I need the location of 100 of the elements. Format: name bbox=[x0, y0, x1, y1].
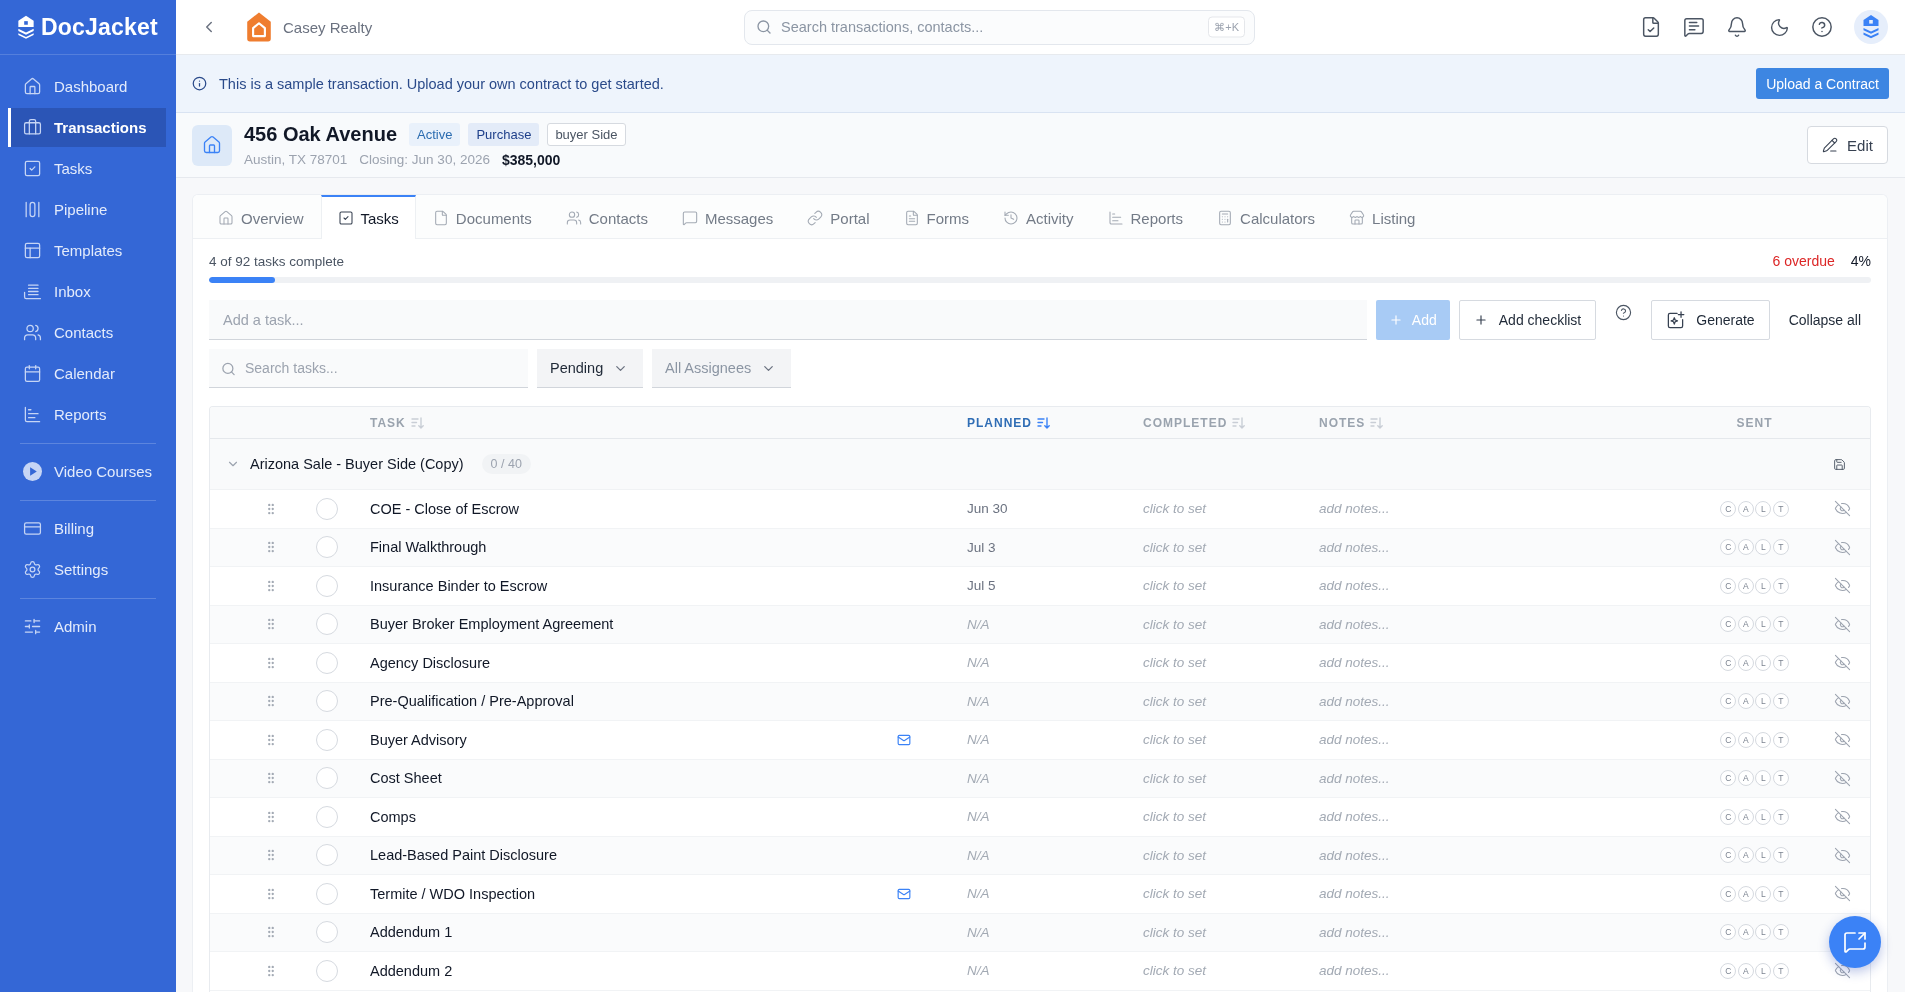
tab[interactable]: Overview bbox=[201, 195, 321, 239]
task-checkbox[interactable] bbox=[316, 690, 338, 713]
tab[interactable]: Tasks bbox=[320, 195, 416, 239]
notes-field[interactable]: add notes... bbox=[1319, 847, 1390, 863]
tab[interactable]: Contacts bbox=[548, 195, 665, 239]
eye-slash-icon[interactable] bbox=[1834, 769, 1851, 787]
task-search-field[interactable]: Search tasks... bbox=[209, 349, 528, 388]
eye-slash-icon[interactable] bbox=[1834, 731, 1851, 749]
column-header[interactable]: SENT bbox=[1736, 415, 1773, 430]
tab[interactable]: Activity bbox=[986, 195, 1091, 239]
sidebar-item[interactable]: Admin bbox=[8, 607, 166, 646]
help-icon[interactable] bbox=[1811, 16, 1833, 38]
sidebar-item[interactable]: Tasks bbox=[8, 149, 166, 188]
notes-field[interactable]: add notes... bbox=[1319, 886, 1390, 902]
upload-contract-button[interactable]: Upload a Contract bbox=[1756, 68, 1889, 99]
eye-slash-icon[interactable] bbox=[1834, 615, 1851, 633]
eye-slash-icon[interactable] bbox=[1834, 692, 1851, 710]
task-checkbox[interactable] bbox=[316, 805, 338, 828]
status-dropdown[interactable]: Pending bbox=[537, 349, 643, 388]
task-checkbox[interactable] bbox=[316, 959, 338, 982]
eye-slash-icon[interactable] bbox=[1834, 962, 1851, 980]
sidebar-item[interactable]: Pipeline bbox=[8, 190, 166, 229]
task-checkbox[interactable] bbox=[316, 651, 338, 674]
eye-slash-icon[interactable] bbox=[1834, 654, 1851, 672]
eye-slash-icon[interactable] bbox=[1834, 500, 1851, 518]
notes-field[interactable]: add notes... bbox=[1319, 693, 1390, 709]
add-task-field[interactable]: Add a task... bbox=[209, 300, 1367, 340]
notes-field[interactable]: add notes... bbox=[1319, 809, 1390, 825]
completed-date-field[interactable]: click to set bbox=[1143, 578, 1207, 594]
collapse-all-button[interactable]: Collapse all bbox=[1778, 300, 1871, 340]
tab[interactable]: Calculators bbox=[1200, 195, 1333, 239]
sidebar-item[interactable]: Video Courses bbox=[8, 452, 166, 491]
column-header[interactable]: COMPLETED bbox=[1143, 415, 1246, 430]
task-checkbox[interactable] bbox=[316, 921, 338, 944]
completed-date-field[interactable]: click to set bbox=[1143, 809, 1207, 825]
notes-field[interactable]: add notes... bbox=[1319, 924, 1390, 940]
eye-slash-icon[interactable] bbox=[1834, 846, 1851, 864]
sidebar-item[interactable]: Dashboard bbox=[8, 67, 166, 106]
completed-date-field[interactable]: click to set bbox=[1143, 770, 1207, 786]
completed-date-field[interactable]: click to set bbox=[1143, 886, 1207, 902]
generate-button[interactable]: Generate bbox=[1651, 300, 1770, 340]
eye-slash-icon[interactable] bbox=[1834, 538, 1851, 556]
notes-field[interactable]: add notes... bbox=[1319, 655, 1390, 671]
notes-field[interactable]: add notes... bbox=[1319, 770, 1390, 786]
tab[interactable]: Messages bbox=[664, 195, 791, 239]
completed-date-field[interactable]: click to set bbox=[1143, 963, 1207, 979]
completed-date-field[interactable]: click to set bbox=[1143, 847, 1207, 863]
column-header[interactable]: TASK bbox=[370, 415, 424, 430]
bell-icon[interactable] bbox=[1726, 16, 1748, 38]
notes-field[interactable]: add notes... bbox=[1319, 501, 1390, 517]
tab[interactable]: Forms bbox=[886, 195, 986, 239]
help-icon[interactable] bbox=[1615, 304, 1633, 321]
assignee-dropdown[interactable]: All Assignees bbox=[652, 349, 791, 388]
notes-field[interactable]: add notes... bbox=[1319, 963, 1390, 979]
completed-date-field[interactable]: click to set bbox=[1143, 655, 1207, 671]
tab[interactable]: Documents bbox=[415, 195, 549, 239]
completed-date-field[interactable]: click to set bbox=[1143, 616, 1207, 632]
notes-field[interactable]: add notes... bbox=[1319, 732, 1390, 748]
tab[interactable]: Listing bbox=[1332, 195, 1433, 239]
completed-date-field[interactable]: click to set bbox=[1143, 732, 1207, 748]
sidebar-item[interactable]: Inbox bbox=[8, 272, 166, 311]
sort-icon[interactable] bbox=[410, 416, 424, 429]
tab[interactable]: Reports bbox=[1090, 195, 1201, 239]
task-checkbox[interactable] bbox=[316, 844, 338, 867]
eye-slash-icon[interactable] bbox=[1834, 577, 1851, 595]
sidebar-item[interactable]: Templates bbox=[8, 231, 166, 270]
eye-slash-icon[interactable] bbox=[1834, 885, 1851, 903]
sidebar-item[interactable]: Contacts bbox=[8, 313, 166, 352]
profile-avatar[interactable] bbox=[1854, 10, 1888, 44]
save-icon[interactable] bbox=[1833, 457, 1846, 471]
task-checkbox[interactable] bbox=[316, 574, 338, 597]
task-checkbox[interactable] bbox=[316, 613, 338, 636]
sidebar-item[interactable]: Billing bbox=[8, 509, 166, 548]
message-icon[interactable] bbox=[1683, 16, 1705, 38]
notes-field[interactable]: add notes... bbox=[1319, 616, 1390, 632]
notes-field[interactable]: add notes... bbox=[1319, 578, 1390, 594]
task-checkbox[interactable] bbox=[316, 767, 338, 790]
completed-date-field[interactable]: click to set bbox=[1143, 693, 1207, 709]
task-checkbox[interactable] bbox=[316, 728, 338, 751]
completed-date-field[interactable]: click to set bbox=[1143, 539, 1207, 555]
eye-slash-icon[interactable] bbox=[1834, 808, 1851, 826]
sort-icon[interactable] bbox=[1370, 416, 1384, 429]
sort-icon[interactable] bbox=[1037, 416, 1050, 429]
edit-button[interactable]: Edit bbox=[1807, 126, 1888, 164]
sidebar-item[interactable]: Transactions bbox=[8, 108, 166, 147]
task-checkbox[interactable] bbox=[316, 497, 338, 520]
document-check-icon[interactable] bbox=[1640, 16, 1662, 38]
column-header[interactable]: NOTES bbox=[1319, 415, 1384, 430]
sidebar-item[interactable]: Calendar bbox=[8, 354, 166, 393]
column-header[interactable]: PLANNED bbox=[967, 415, 1050, 430]
task-checkbox[interactable] bbox=[316, 536, 338, 559]
sidebar-item[interactable]: Settings bbox=[8, 550, 166, 589]
tab[interactable]: Portal bbox=[790, 195, 887, 239]
moon-icon[interactable] bbox=[1769, 16, 1790, 38]
notes-field[interactable]: add notes... bbox=[1319, 539, 1390, 555]
completed-date-field[interactable]: click to set bbox=[1143, 501, 1207, 517]
sidebar-item[interactable]: Reports bbox=[8, 395, 166, 434]
add-checklist-button[interactable]: Add checklist bbox=[1458, 300, 1597, 340]
task-checkbox[interactable] bbox=[316, 882, 338, 905]
sort-icon[interactable] bbox=[1232, 416, 1246, 429]
